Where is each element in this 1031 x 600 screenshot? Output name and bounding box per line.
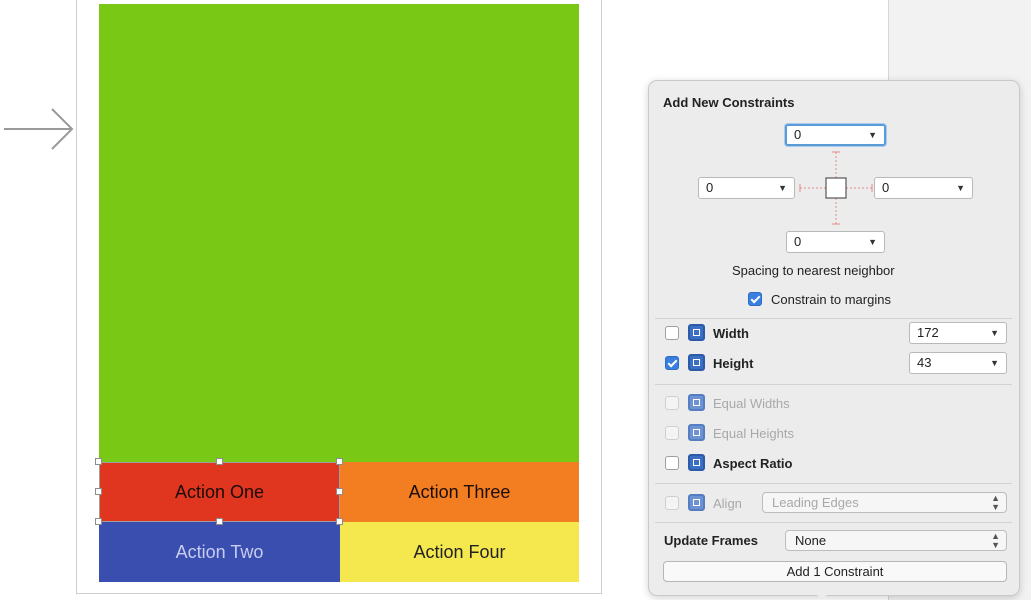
right-spacing-dropdown[interactable]: 0 ▼	[874, 177, 973, 199]
resize-handle-left[interactable]	[95, 488, 102, 495]
equal-heights-checkbox[interactable]	[665, 426, 679, 440]
stepper-arrows-icon: ▲ ▼	[991, 531, 1000, 550]
constrain-margins-checkbox[interactable]	[748, 292, 762, 306]
add-constraints-label: Add 1 Constraint	[786, 564, 884, 579]
spacing-diagram-icon	[799, 151, 873, 225]
dropdown-caret-icon: ▼	[868, 237, 877, 247]
popover-title: Add New Constraints	[663, 95, 795, 110]
left-spacing-dropdown[interactable]: 0 ▼	[698, 177, 795, 199]
height-icon	[688, 354, 705, 371]
right-spacing-value: 0	[882, 180, 890, 195]
dropdown-caret-icon: ▼	[956, 183, 965, 193]
resize-handle-right[interactable]	[336, 488, 343, 495]
entry-arrow-icon	[4, 108, 74, 150]
equal-widths-label: Equal Widths	[713, 396, 790, 411]
action-two-label: Action Two	[175, 541, 264, 562]
resize-handle-bottom[interactable]	[216, 518, 223, 525]
align-icon	[688, 494, 705, 511]
height-value-dropdown[interactable]: 43 ▼	[909, 352, 1007, 374]
update-frames-value: None	[795, 533, 827, 548]
width-value: 172	[917, 325, 939, 340]
equal-widths-checkbox[interactable]	[665, 396, 679, 410]
bottom-spacing-dropdown[interactable]: 0 ▼	[786, 231, 885, 253]
action-three-button[interactable]: Action Three	[340, 462, 579, 522]
top-spacing-dropdown[interactable]: 0 ▼	[785, 124, 886, 146]
aspect-ratio-checkbox[interactable]	[665, 456, 679, 470]
align-value: Leading Edges	[772, 495, 859, 510]
width-icon	[688, 324, 705, 341]
height-checkbox[interactable]	[665, 356, 679, 370]
align-label: Align	[713, 496, 742, 511]
separator	[655, 522, 1012, 523]
align-select[interactable]: Leading Edges ▲ ▼	[762, 492, 1007, 513]
resize-handle-bottom-right[interactable]	[336, 518, 343, 525]
width-label: Width	[713, 326, 749, 341]
equal-widths-icon	[688, 394, 705, 411]
dropdown-caret-icon: ▼	[868, 130, 877, 140]
dropdown-caret-icon: ▼	[990, 328, 999, 338]
action-four-button[interactable]: Action Four	[340, 522, 579, 582]
bottom-spacing-value: 0	[794, 234, 802, 249]
spacing-caption: Spacing to nearest neighbor	[732, 263, 895, 278]
resize-handle-top-right[interactable]	[336, 458, 343, 465]
resize-handle-top-left[interactable]	[95, 458, 102, 465]
width-checkbox[interactable]	[665, 326, 679, 340]
resize-handle-top[interactable]	[216, 458, 223, 465]
separator	[655, 483, 1012, 484]
update-frames-select[interactable]: None ▲ ▼	[785, 530, 1007, 551]
resize-handle-bottom-left[interactable]	[95, 518, 102, 525]
popover-arrow	[812, 590, 832, 600]
separator	[655, 384, 1012, 385]
left-spacing-value: 0	[706, 180, 714, 195]
dropdown-caret-icon: ▼	[990, 358, 999, 368]
action-four-label: Action Four	[413, 541, 506, 562]
stepper-arrows-icon: ▲ ▼	[991, 493, 1000, 512]
separator	[655, 318, 1012, 319]
width-value-dropdown[interactable]: 172 ▼	[909, 322, 1007, 344]
dropdown-caret-icon: ▼	[778, 183, 787, 193]
equal-heights-label: Equal Heights	[713, 426, 794, 441]
top-spacing-value: 0	[794, 127, 802, 142]
aspect-ratio-label: Aspect Ratio	[713, 456, 793, 471]
constrain-margins-label: Constrain to margins	[771, 292, 891, 307]
selection-outline	[99, 462, 340, 522]
aspect-ratio-icon	[688, 454, 705, 471]
height-label: Height	[713, 356, 754, 371]
height-value: 43	[917, 355, 932, 370]
update-frames-label: Update Frames	[664, 533, 758, 548]
equal-heights-icon	[688, 424, 705, 441]
add-constraints-button[interactable]: Add 1 Constraint	[663, 561, 1007, 582]
action-two-button[interactable]: Action Two	[99, 522, 340, 582]
main-content-view[interactable]	[99, 4, 579, 462]
action-three-label: Action Three	[408, 481, 511, 502]
align-checkbox[interactable]	[665, 496, 679, 510]
